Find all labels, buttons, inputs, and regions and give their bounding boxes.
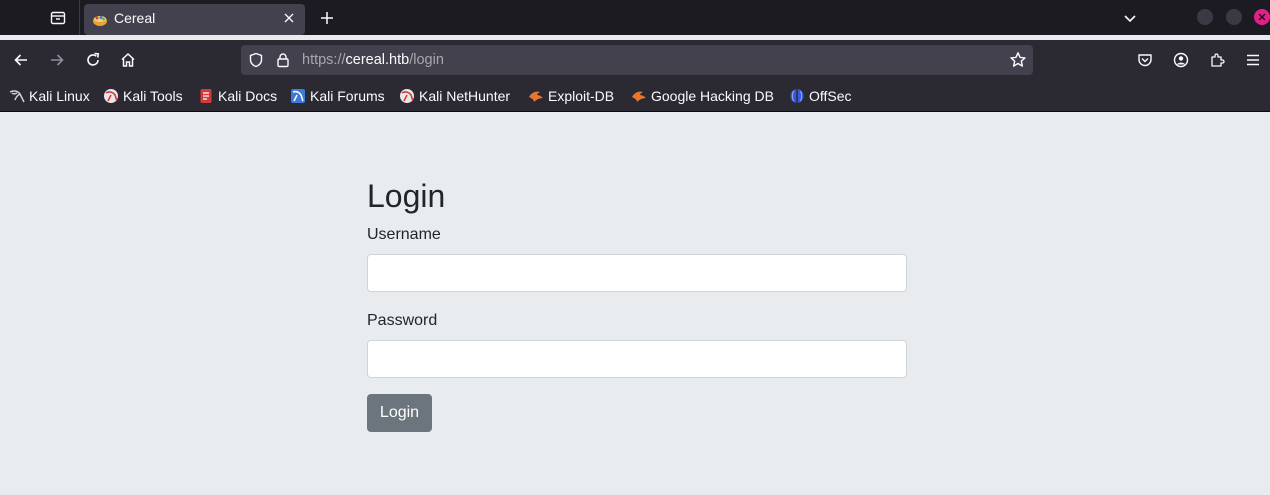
- back-button[interactable]: [5, 44, 37, 76]
- back-arrow-icon: [14, 54, 27, 66]
- shield-icon[interactable]: [248, 52, 264, 68]
- forward-button[interactable]: [41, 44, 73, 76]
- cereal-favicon-icon: [93, 16, 107, 26]
- bookmark-label: Kali NetHunter: [419, 88, 511, 104]
- url-host: cereal.htb: [345, 52, 410, 68]
- bookmark-kali-docs[interactable]: Kali Docs: [198, 86, 277, 106]
- menu-icon: [1247, 54, 1259, 66]
- tab-list-button[interactable]: [40, 0, 75, 35]
- url-text[interactable]: https://cereal.htb/login: [302, 45, 444, 75]
- star-icon[interactable]: [1009, 51, 1027, 69]
- login-button[interactable]: Login: [367, 394, 432, 432]
- reload-button[interactable]: [77, 44, 109, 76]
- tab-bar: Cereal: [0, 0, 1270, 35]
- account-button[interactable]: [1165, 44, 1197, 76]
- page-content: Login Username Password Login: [0, 112, 1270, 495]
- tab-close-button[interactable]: [281, 10, 297, 26]
- bookmark-exploit-db[interactable]: Exploit-DB: [528, 86, 614, 106]
- url-path: /login: [409, 52, 444, 68]
- kali-forums-icon: [291, 89, 305, 103]
- page-title: Login: [367, 178, 446, 214]
- window-close-button[interactable]: [1254, 9, 1270, 25]
- password-label: Password: [367, 312, 438, 329]
- username-label: Username: [367, 226, 441, 243]
- tab-title: Cereal: [114, 10, 156, 26]
- kali-docs-icon: [200, 89, 212, 103]
- kali-dragon-icon: [9, 90, 25, 103]
- account-icon: [1173, 52, 1189, 68]
- plus-icon: [320, 11, 333, 24]
- bookmark-google-hacking-db[interactable]: Google Hacking DB: [631, 86, 774, 106]
- kali-nethunter-icon: [400, 89, 414, 103]
- bookmark-label: Kali Forums: [310, 88, 385, 104]
- bookmarks-toolbar: Kali Linux Kali Tools Kali Docs Kali For…: [0, 80, 1270, 112]
- bookmark-kali-nethunter[interactable]: Kali NetHunter: [399, 86, 510, 106]
- bookmark-offsec[interactable]: OffSec: [789, 86, 852, 106]
- forward-arrow-icon: [51, 54, 64, 66]
- lock-icon[interactable]: [275, 52, 291, 68]
- pocket-button[interactable]: [1129, 44, 1161, 76]
- pocket-icon: [1138, 54, 1152, 67]
- chevron-down-icon: [1124, 14, 1136, 22]
- bookmark-label: Kali Docs: [218, 88, 278, 104]
- bookmark-kali-forums[interactable]: Kali Forums: [290, 86, 385, 106]
- kali-tools-icon: [104, 89, 118, 103]
- bookmark-label: OffSec: [809, 88, 852, 104]
- extensions-button[interactable]: [1201, 44, 1233, 76]
- tab-cereal[interactable]: Cereal: [84, 4, 305, 35]
- tab-list-icon: [50, 11, 65, 24]
- new-tab-button[interactable]: [312, 3, 341, 32]
- url-scheme: https://: [302, 52, 346, 68]
- username-input[interactable]: [367, 254, 907, 292]
- bookmark-label: Exploit-DB: [548, 88, 615, 104]
- navigation-toolbar: https://cereal.htb/login: [0, 40, 1270, 80]
- menu-button[interactable]: [1237, 44, 1269, 76]
- home-button[interactable]: [112, 44, 144, 76]
- bookmark-label: Google Hacking DB: [651, 88, 774, 104]
- bookmark-kali-linux[interactable]: Kali Linux: [9, 86, 90, 106]
- list-all-tabs-button[interactable]: [1116, 3, 1144, 32]
- home-icon: [121, 52, 135, 67]
- extensions-icon: [1211, 53, 1225, 67]
- exploit-db-icon: [529, 91, 543, 102]
- url-bar[interactable]: https://cereal.htb/login: [241, 45, 1033, 75]
- bookmark-kali-tools[interactable]: Kali Tools: [103, 86, 183, 106]
- window-minimize-button[interactable]: [1197, 9, 1213, 25]
- offsec-icon: [790, 89, 804, 103]
- bookmark-label: Kali Linux: [29, 88, 90, 104]
- tab-separator: [79, 0, 80, 35]
- close-icon: [284, 13, 294, 23]
- window-maximize-button[interactable]: [1226, 9, 1242, 25]
- password-input[interactable]: [367, 340, 907, 378]
- close-icon: [1258, 13, 1266, 21]
- ghdb-icon: [632, 91, 646, 102]
- bookmark-label: Kali Tools: [123, 88, 183, 104]
- reload-icon: [87, 52, 100, 66]
